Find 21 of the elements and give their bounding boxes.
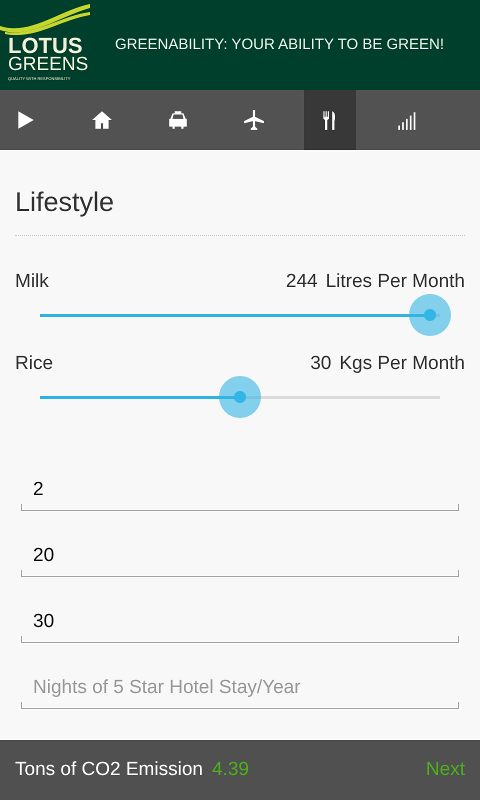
- tab[interactable]: [304, 90, 356, 150]
- slider-value: 30: [310, 352, 332, 376]
- emission-value: 4.39: [212, 758, 249, 782]
- plane-icon: [243, 109, 265, 131]
- section-title: Lifestyle: [15, 186, 116, 219]
- unit-label: Litres Per Month: [326, 270, 465, 294]
- slider-label: Rice: [15, 352, 54, 376]
- logo-subname: GREENS: [8, 56, 88, 74]
- unit-label: Kgs Per Month: [339, 352, 465, 376]
- car-icon: [167, 109, 189, 131]
- input-field[interactable]: 20: [21, 531, 459, 577]
- slider-thumb[interactable]: [409, 294, 451, 336]
- home-icon: [91, 109, 113, 131]
- input-field[interactable]: 30: [21, 597, 459, 643]
- slider-label: Milk: [15, 270, 49, 294]
- logo-name: LOTUS: [8, 36, 83, 56]
- slider-value: 244: [286, 270, 318, 294]
- app-title: GREENABILITY: YOUR ABILITY TO BE GREEN!: [115, 34, 444, 55]
- emission-label: Tons of CO2 Emission: [15, 758, 203, 782]
- input-field[interactable]: 2: [21, 465, 459, 511]
- slider-thumb[interactable]: [219, 376, 261, 418]
